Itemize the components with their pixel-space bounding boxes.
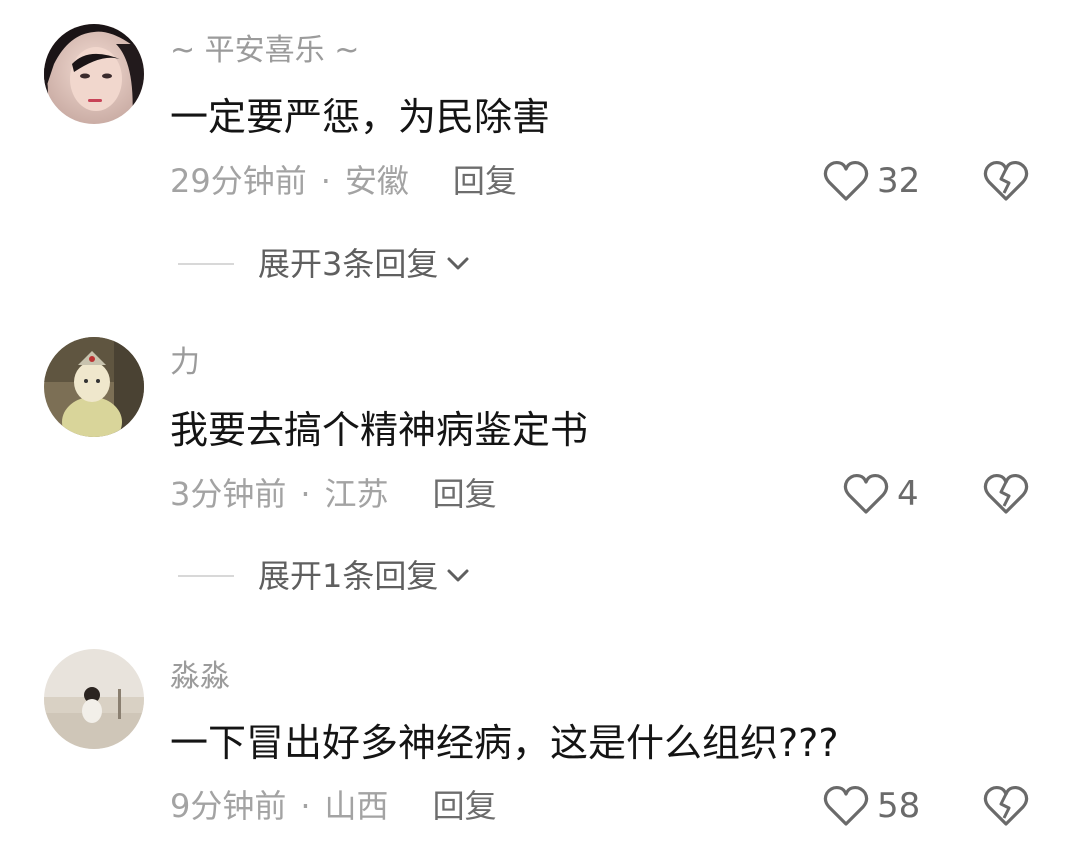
username[interactable]: ~ 平安喜乐 ~ (170, 36, 359, 66)
expand-replies-label: 展开3条回复 (258, 245, 439, 283)
separator-dot: · (300, 475, 311, 513)
expand-replies-label: 展开1条回复 (258, 557, 439, 595)
reply-button[interactable]: 回复 (433, 790, 497, 822)
separator-dot: · (300, 787, 311, 825)
comment-time: 3分钟前 (170, 475, 287, 513)
like-count: 58 (877, 786, 921, 826)
comment-text: 我要去搞个精神病鉴定书 (170, 408, 589, 452)
like-button[interactable]: 58 (823, 785, 920, 827)
heart-outline-icon (823, 160, 869, 201)
comment-time: 9分钟前 (170, 787, 287, 825)
like-count: 32 (877, 161, 921, 201)
avatar[interactable] (44, 24, 144, 124)
heart-outline-icon (823, 785, 869, 826)
avatar[interactable] (44, 649, 144, 749)
separator-dot: · (320, 162, 331, 200)
broken-heart-icon[interactable] (983, 785, 1029, 827)
comment-time: 29分钟前 (170, 162, 307, 200)
comment-meta: 3分钟前 · 江苏 回复 (170, 478, 497, 510)
broken-heart-icon[interactable] (983, 160, 1029, 202)
username[interactable]: 淼淼 (170, 662, 230, 692)
chevron-down-icon (447, 257, 469, 270)
like-count: 4 (897, 474, 919, 514)
comment-location: 安徽 (344, 162, 409, 200)
comment-text: 一下冒出好多神经病，这是什么组织??? (170, 721, 839, 765)
like-button[interactable]: 32 (823, 160, 920, 202)
reply-button[interactable]: 回复 (453, 165, 517, 197)
expand-replies-button[interactable]: 展开3条回复 (178, 248, 472, 280)
username[interactable]: 力 (170, 348, 200, 378)
divider-line (178, 575, 234, 577)
comment-meta: 9分钟前 · 山西 回复 (170, 790, 497, 822)
expand-replies-button[interactable]: 展开1条回复 (178, 560, 472, 592)
reply-button[interactable]: 回复 (433, 478, 497, 510)
broken-heart-icon[interactable] (983, 473, 1029, 515)
like-button[interactable]: 4 (843, 473, 919, 515)
comment-location: 山西 (324, 787, 389, 825)
chevron-down-icon (447, 569, 469, 582)
comment-meta: 29分钟前 · 安徽 回复 (170, 165, 517, 197)
avatar[interactable] (44, 337, 144, 437)
comment-text: 一定要严惩，为民除害 (170, 95, 551, 139)
divider-line (178, 263, 234, 265)
comment-location: 江苏 (324, 475, 389, 513)
heart-outline-icon (843, 473, 889, 514)
